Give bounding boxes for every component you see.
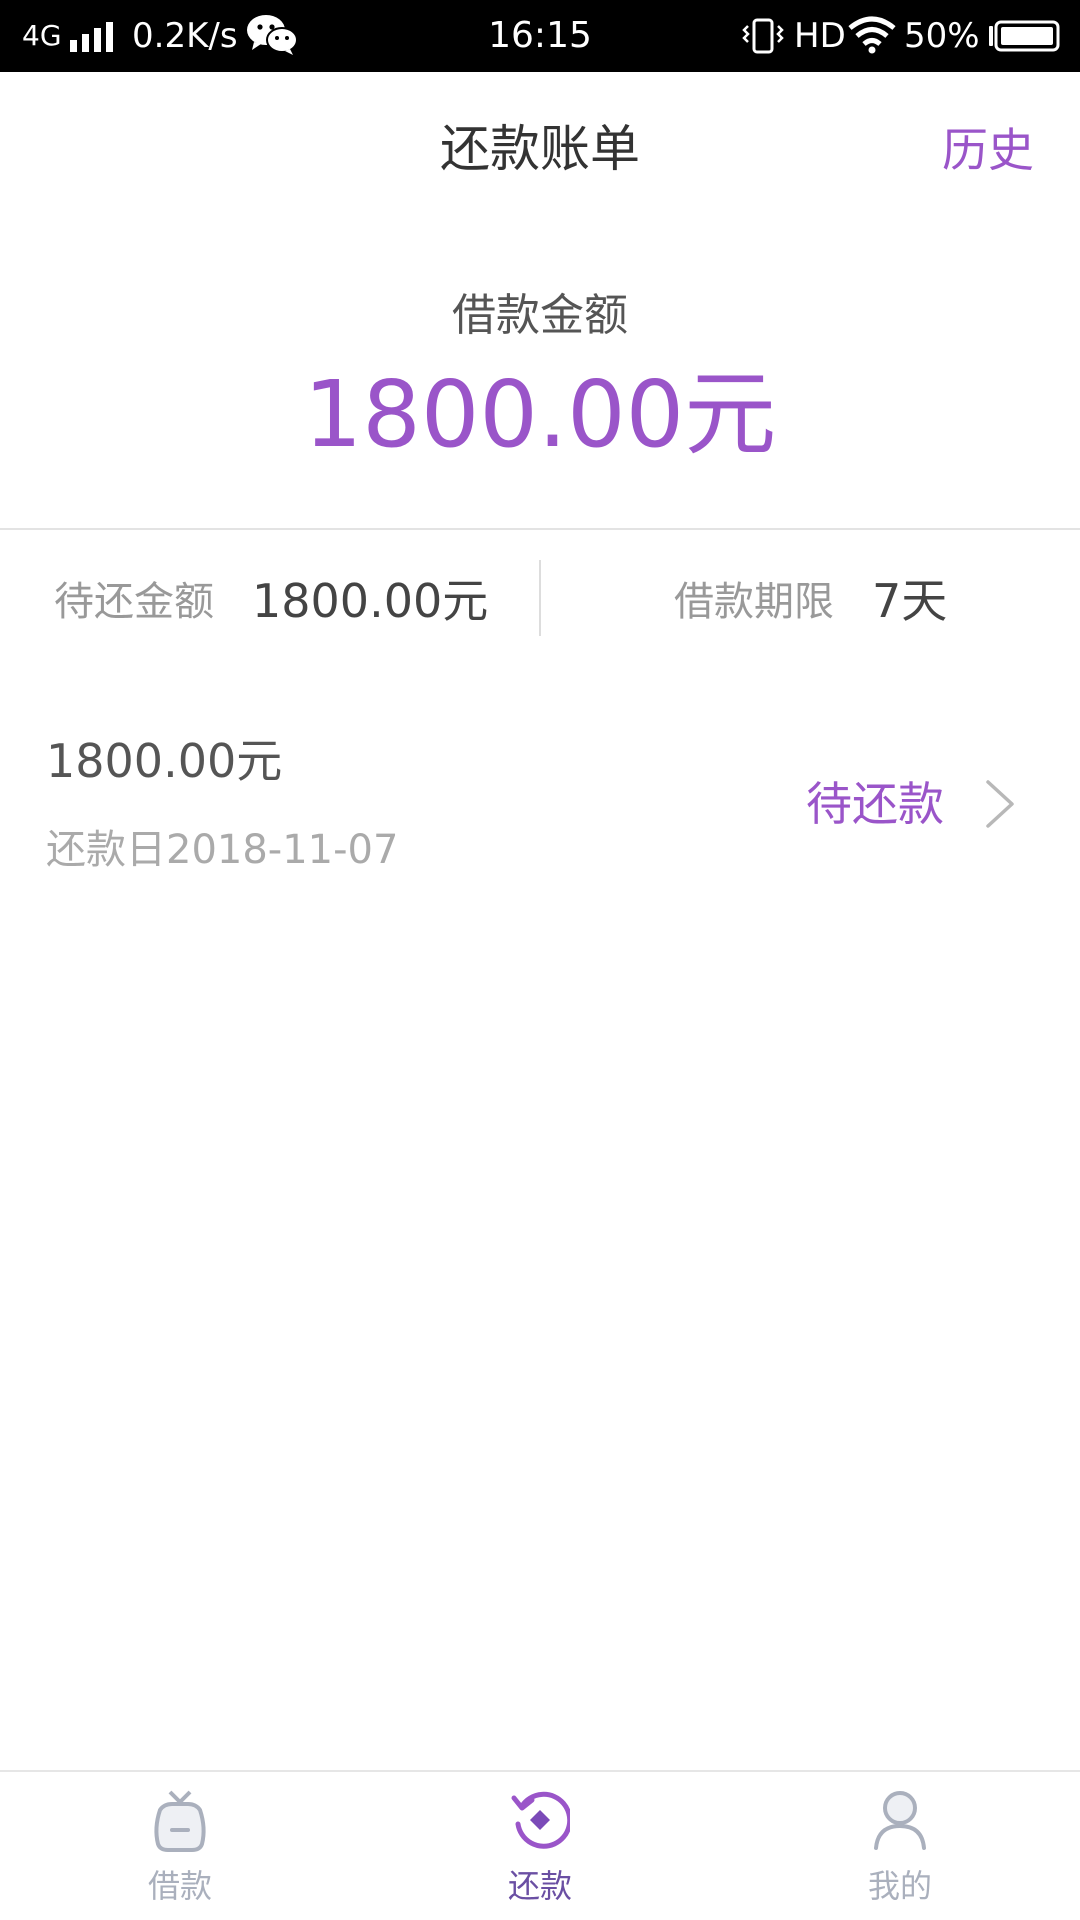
tab-repay[interactable]: 还款 xyxy=(360,1772,720,1920)
info-separator xyxy=(539,560,541,636)
bill-due-date: 还款日2018-11-07 xyxy=(46,827,399,873)
status-bar: 4G 0.2K/s 16:15 HD 50% xyxy=(0,0,1080,72)
vibrate-icon xyxy=(742,18,784,54)
loan-info-row: 待还金额 1800.00元 借款期限 7天 xyxy=(0,530,1080,670)
tab-repay-label: 还款 xyxy=(507,1867,572,1905)
tab-loan[interactable]: 借款 xyxy=(0,1772,360,1920)
loan-amount-value: 1800.00元 xyxy=(303,361,777,468)
bill-list-item[interactable]: 1800.00元 还款日2018-11-07 待还款 xyxy=(0,700,1080,900)
tab-mine-label: 我的 xyxy=(867,1867,932,1905)
chevron-right-icon xyxy=(986,780,1014,828)
loan-bag-icon xyxy=(154,1790,206,1852)
pending-amount-value: 1800.00元 xyxy=(252,574,489,628)
tab-mine[interactable]: 我的 xyxy=(720,1772,1080,1920)
bill-amount: 1800.00元 xyxy=(46,734,283,788)
loan-amount-label: 借款金额 xyxy=(452,290,628,341)
nav-bar: 还款账单 历史 xyxy=(0,72,1080,228)
screen: 4G 0.2K/s 16:15 HD 50% 还款账单 历史 借款金额 1800… xyxy=(0,0,1080,1920)
history-button[interactable]: 历史 xyxy=(942,118,1034,182)
battery-icon xyxy=(989,20,1060,52)
battery-percent: 50% xyxy=(904,16,980,56)
loan-term-value: 7天 xyxy=(872,574,948,628)
page-title: 还款账单 xyxy=(440,120,640,178)
tab-bar: 借款 还款 我的 xyxy=(0,1770,1080,1920)
hd-indicator: HD xyxy=(794,16,846,56)
repay-icon xyxy=(511,1791,570,1849)
loan-term-label: 借款期限 xyxy=(674,579,834,625)
wifi-icon xyxy=(848,16,896,54)
pending-amount-label: 待还金额 xyxy=(54,579,214,625)
user-icon xyxy=(874,1791,926,1850)
bill-status: 待还款 xyxy=(806,777,944,831)
tab-loan-label: 借款 xyxy=(147,1867,212,1905)
